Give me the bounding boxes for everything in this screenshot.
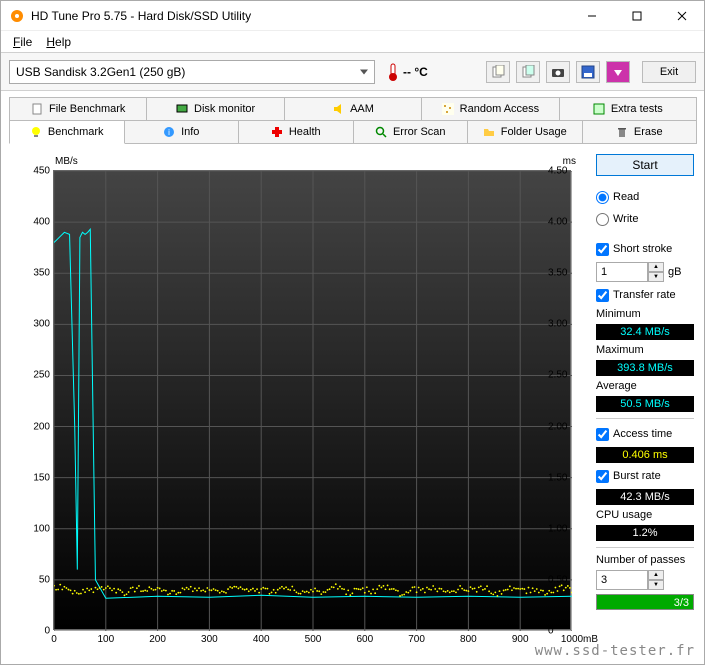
tabs-row-1: File Benchmark Disk monitor AAM Random A… [9, 97, 696, 121]
passes-input[interactable] [596, 570, 648, 590]
folder-icon [483, 126, 495, 138]
passes-progress: 3/3 [596, 594, 694, 610]
burst-rate-label: Burst rate [613, 470, 661, 482]
random-icon [442, 103, 454, 115]
write-radio[interactable] [596, 213, 609, 226]
benchmark-plot: 450400350300250200150100500 4.504.003.50… [53, 170, 571, 630]
device-select-value: USB Sandisk 3.2Gen1 (250 gB) [16, 65, 185, 79]
svg-text:i: i [168, 128, 170, 137]
tab-erase[interactable]: Erase [582, 120, 698, 144]
spinner-up[interactable]: ▲ [648, 262, 664, 272]
y-axis-left-label: MB/s [55, 156, 78, 167]
spinner-up[interactable]: ▲ [648, 570, 664, 580]
toolbar: USB Sandisk 3.2Gen1 (250 gB) -- °C Exit [1, 53, 704, 91]
tab-health[interactable]: Health [238, 120, 354, 144]
access-time-value: 0.406 ms [596, 447, 694, 463]
thermometer-icon [387, 62, 399, 82]
tab-random-access[interactable]: Random Access [421, 97, 559, 121]
tab-folder-usage[interactable]: Folder Usage [467, 120, 583, 144]
trash-icon [616, 126, 628, 138]
short-stroke-input[interactable] [596, 262, 648, 282]
monitor-icon [176, 103, 188, 115]
app-icon [9, 8, 25, 24]
temperature-display: -- °C [387, 62, 428, 82]
watermark: www.ssd-tester.fr [535, 643, 695, 659]
menu-file[interactable]: File [7, 33, 38, 51]
cpu-usage-label: CPU usage [596, 509, 694, 521]
maximum-label: Maximum [596, 344, 694, 356]
tab-info[interactable]: iInfo [124, 120, 240, 144]
copy-screenshot-button[interactable] [516, 61, 540, 83]
maximize-button[interactable] [614, 1, 659, 30]
magnify-icon [375, 126, 387, 138]
temperature-value: -- °C [403, 65, 428, 79]
minimize-button[interactable] [569, 1, 614, 30]
passes-label: Number of passes [596, 554, 694, 566]
copy-info-button[interactable] [486, 61, 510, 83]
average-label: Average [596, 380, 694, 392]
short-stroke-checkbox[interactable] [596, 243, 609, 256]
average-value: 50.5 MB/s [596, 396, 694, 412]
short-stroke-label: Short stroke [613, 243, 672, 255]
tab-error-scan[interactable]: Error Scan [353, 120, 469, 144]
save-button[interactable] [576, 61, 600, 83]
titlebar[interactable]: HD Tune Pro 5.75 - Hard Disk/SSD Utility [1, 1, 704, 31]
tab-benchmark[interactable]: Benchmark [9, 120, 125, 144]
info-icon: i [163, 126, 175, 138]
spinner-down[interactable]: ▼ [648, 272, 664, 282]
short-stroke-unit: gB [668, 266, 681, 278]
speaker-icon [332, 103, 344, 115]
tabs-container: File Benchmark Disk monitor AAM Random A… [1, 91, 704, 148]
health-icon [271, 126, 283, 138]
tab-aam[interactable]: AAM [284, 97, 422, 121]
chart-container: MB/s ms 450400350300250200150100500 4.50… [11, 154, 588, 654]
screenshot-button[interactable] [546, 61, 570, 83]
start-button[interactable]: Start [596, 154, 694, 176]
read-radio[interactable] [596, 191, 609, 204]
menubar: File Help [1, 31, 704, 53]
access-time-checkbox[interactable] [596, 428, 609, 441]
access-time-label: Access time [613, 428, 672, 440]
minimum-value: 32.4 MB/s [596, 324, 694, 340]
device-select[interactable]: USB Sandisk 3.2Gen1 (250 gB) [9, 60, 375, 84]
cpu-usage-value: 1.2% [596, 525, 694, 541]
bulb-icon [30, 126, 42, 138]
transfer-rate-label: Transfer rate [613, 289, 676, 301]
tab-extra-tests[interactable]: Extra tests [559, 97, 697, 121]
minimum-label: Minimum [596, 308, 694, 320]
file-icon [31, 103, 43, 115]
short-stroke-spinner[interactable]: ▲▼ [596, 262, 664, 282]
tabs-row-2: Benchmark iInfo Health Error Scan Folder… [9, 120, 696, 144]
tab-disk-monitor[interactable]: Disk monitor [146, 97, 284, 121]
options-button[interactable] [606, 61, 630, 83]
burst-rate-checkbox[interactable] [596, 470, 609, 483]
spinner-down[interactable]: ▼ [648, 580, 664, 590]
close-button[interactable] [659, 1, 704, 30]
read-label: Read [613, 191, 639, 203]
app-window: HD Tune Pro 5.75 - Hard Disk/SSD Utility… [0, 0, 705, 665]
window-title: HD Tune Pro 5.75 - Hard Disk/SSD Utility [31, 9, 569, 23]
tab-file-benchmark[interactable]: File Benchmark [9, 97, 147, 121]
menu-help[interactable]: Help [40, 33, 77, 51]
write-label: Write [613, 213, 638, 225]
burst-rate-value: 42.3 MB/s [596, 489, 694, 505]
content-area: MB/s ms 450400350300250200150100500 4.50… [1, 148, 704, 664]
transfer-rate-checkbox[interactable] [596, 289, 609, 302]
side-panel: Start Read Write Short stroke ▲▼ gB Tran… [596, 154, 694, 654]
maximum-value: 393.8 MB/s [596, 360, 694, 376]
list-icon [593, 103, 605, 115]
exit-button[interactable]: Exit [642, 61, 696, 83]
passes-spinner[interactable]: ▲▼ [596, 570, 694, 590]
